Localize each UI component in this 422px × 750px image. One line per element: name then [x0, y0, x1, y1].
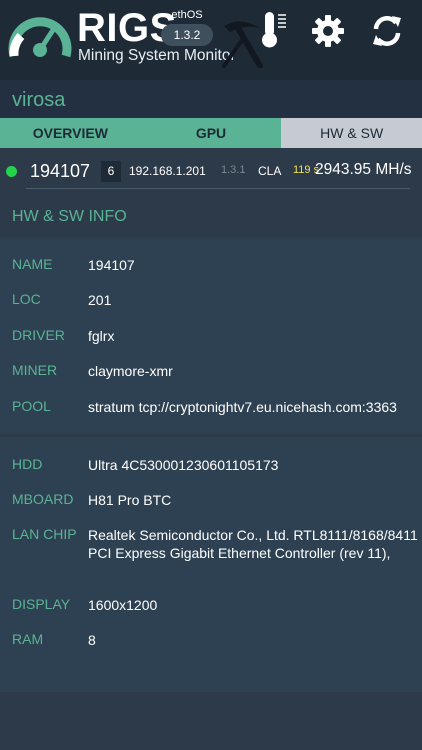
info-value: claymore-xmr — [88, 363, 173, 379]
rig-miner-short: CLA — [258, 164, 282, 178]
refresh-icon[interactable] — [370, 14, 404, 48]
info-label: HDD — [12, 456, 43, 472]
info-value: stratum tcp://cryptonightv7.eu.nicehash.… — [88, 399, 397, 415]
hardware-info-panel: HDD Ultra 4C530001230601105173 MBOARD H8… — [0, 437, 422, 692]
tab-gpu[interactable]: GPU — [140, 118, 282, 148]
rig-summary-row[interactable]: 194107 6 192.168.1.201 1.3.1 CLA 119 s 2… — [0, 150, 422, 190]
info-label: LAN CHIP — [12, 526, 77, 542]
app-subtitle: Mining System Monitor — [78, 47, 236, 64]
info-value: 1600x1200 — [88, 597, 158, 613]
rig-name: virosa — [12, 89, 66, 111]
info-label: MINER — [12, 362, 58, 378]
info-label: POOL — [12, 398, 51, 414]
info-value: H81 Pro BTC — [88, 492, 172, 508]
info-label: NAME — [12, 256, 53, 272]
info-value: Realtek Semiconductor Co., Ltd. RTL8111/… — [88, 527, 418, 561]
info-label: MBOARD — [12, 491, 74, 507]
info-value: Ultra 4C530001230601105173 — [88, 457, 279, 473]
info-value: 8 — [88, 632, 96, 648]
rig-name-bar: virosa — [0, 80, 422, 118]
summary-divider — [26, 188, 410, 189]
info-label: RAM — [12, 631, 44, 647]
thermometer-icon[interactable] — [254, 10, 294, 50]
tab-bar: OVERVIEW GPU HW & SW — [0, 118, 422, 148]
os-version-badge: 1.3.2 — [161, 24, 213, 46]
tab-overview[interactable]: OVERVIEW — [0, 118, 141, 148]
info-label: DRIVER — [12, 327, 65, 343]
info-value: 194107 — [88, 257, 135, 273]
info-value: 201 — [88, 292, 112, 308]
status-online-indicator — [6, 166, 17, 177]
rig-hashrate: 2943.95 MH/s — [315, 161, 412, 178]
info-label: LOC — [12, 291, 41, 307]
software-info-panel: NAME 194107 LOC 201 DRIVER fglrx MINER c… — [0, 238, 422, 434]
app-header: RIGS Mining System Monitor ethOS 1.3.2 — [0, 0, 422, 80]
info-label: DISPLAY — [12, 596, 71, 612]
tab-hw-sw[interactable]: HW & SW — [281, 118, 422, 148]
rig-os-version: 1.3.1 — [221, 164, 246, 176]
gpu-count-badge: 6 — [101, 161, 121, 182]
gear-icon[interactable] — [311, 14, 345, 48]
rig-ip-address: 192.168.1.201 — [129, 164, 206, 178]
info-value: fglrx — [88, 328, 115, 344]
os-label: ethOS — [171, 9, 203, 21]
rig-id: 194107 — [30, 161, 91, 181]
section-title: HW & SW INFO — [12, 208, 127, 225]
gauge-logo-icon — [8, 17, 72, 58]
